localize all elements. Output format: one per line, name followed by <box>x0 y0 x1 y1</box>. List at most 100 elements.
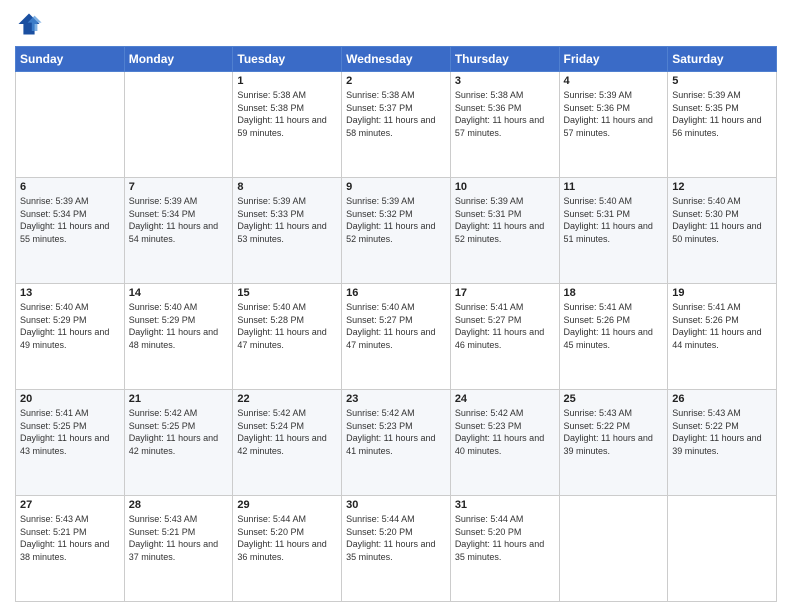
cell-info: Daylight: 11 hours and 44 minutes. <box>672 326 772 351</box>
day-header-sunday: Sunday <box>16 47 125 72</box>
cell-info: Sunrise: 5:41 AM <box>672 301 772 314</box>
day-number: 30 <box>346 499 446 511</box>
day-header-tuesday: Tuesday <box>233 47 342 72</box>
cell-info: Daylight: 11 hours and 59 minutes. <box>237 114 337 139</box>
cell-info: Daylight: 11 hours and 47 minutes. <box>346 326 446 351</box>
cell-info: Sunset: 5:34 PM <box>129 208 229 221</box>
cell-info: Sunrise: 5:39 AM <box>129 195 229 208</box>
cell-info: Daylight: 11 hours and 39 minutes. <box>564 432 664 457</box>
cell-info: Daylight: 11 hours and 49 minutes. <box>20 326 120 351</box>
calendar-cell <box>559 496 668 602</box>
calendar-cell: 28Sunrise: 5:43 AMSunset: 5:21 PMDayligh… <box>124 496 233 602</box>
cell-info: Sunrise: 5:43 AM <box>20 513 120 526</box>
cell-info: Sunrise: 5:40 AM <box>237 301 337 314</box>
cell-info: Daylight: 11 hours and 57 minutes. <box>564 114 664 139</box>
cell-info: Daylight: 11 hours and 37 minutes. <box>129 538 229 563</box>
cell-info: Sunset: 5:31 PM <box>455 208 555 221</box>
cell-info: Daylight: 11 hours and 38 minutes. <box>20 538 120 563</box>
cell-info: Sunrise: 5:39 AM <box>237 195 337 208</box>
calendar-cell: 18Sunrise: 5:41 AMSunset: 5:26 PMDayligh… <box>559 284 668 390</box>
calendar-cell: 23Sunrise: 5:42 AMSunset: 5:23 PMDayligh… <box>342 390 451 496</box>
cell-info: Sunrise: 5:43 AM <box>564 407 664 420</box>
day-number: 20 <box>20 393 120 405</box>
cell-info: Sunrise: 5:43 AM <box>129 513 229 526</box>
cell-info: Sunset: 5:21 PM <box>20 526 120 539</box>
day-number: 14 <box>129 287 229 299</box>
cell-info: Daylight: 11 hours and 46 minutes. <box>455 326 555 351</box>
cell-info: Sunset: 5:29 PM <box>129 314 229 327</box>
cell-info: Sunset: 5:27 PM <box>455 314 555 327</box>
day-number: 5 <box>672 75 772 87</box>
cell-info: Sunrise: 5:39 AM <box>672 89 772 102</box>
calendar-cell: 16Sunrise: 5:40 AMSunset: 5:27 PMDayligh… <box>342 284 451 390</box>
cell-info: Sunrise: 5:40 AM <box>564 195 664 208</box>
calendar-cell <box>668 496 777 602</box>
cell-info: Daylight: 11 hours and 56 minutes. <box>672 114 772 139</box>
day-header-wednesday: Wednesday <box>342 47 451 72</box>
cell-info: Sunset: 5:28 PM <box>237 314 337 327</box>
cell-info: Daylight: 11 hours and 47 minutes. <box>237 326 337 351</box>
cell-info: Sunset: 5:23 PM <box>455 420 555 433</box>
cell-info: Daylight: 11 hours and 57 minutes. <box>455 114 555 139</box>
day-number: 18 <box>564 287 664 299</box>
day-number: 6 <box>20 181 120 193</box>
calendar-table: SundayMondayTuesdayWednesdayThursdayFrid… <box>15 46 777 602</box>
calendar-cell <box>16 72 125 178</box>
cell-info: Sunrise: 5:38 AM <box>346 89 446 102</box>
day-number: 7 <box>129 181 229 193</box>
cell-info: Sunset: 5:22 PM <box>564 420 664 433</box>
day-number: 28 <box>129 499 229 511</box>
cell-info: Sunset: 5:27 PM <box>346 314 446 327</box>
calendar-cell: 27Sunrise: 5:43 AMSunset: 5:21 PMDayligh… <box>16 496 125 602</box>
cell-info: Sunset: 5:25 PM <box>129 420 229 433</box>
logo-icon <box>15 10 43 38</box>
cell-info: Sunset: 5:36 PM <box>564 102 664 115</box>
day-header-saturday: Saturday <box>668 47 777 72</box>
calendar-cell <box>124 72 233 178</box>
calendar-cell: 9Sunrise: 5:39 AMSunset: 5:32 PMDaylight… <box>342 178 451 284</box>
cell-info: Sunset: 5:20 PM <box>455 526 555 539</box>
cell-info: Sunset: 5:29 PM <box>20 314 120 327</box>
header <box>15 10 777 38</box>
calendar-cell: 7Sunrise: 5:39 AMSunset: 5:34 PMDaylight… <box>124 178 233 284</box>
calendar-cell: 3Sunrise: 5:38 AMSunset: 5:36 PMDaylight… <box>450 72 559 178</box>
cell-info: Sunset: 5:32 PM <box>346 208 446 221</box>
cell-info: Sunset: 5:31 PM <box>564 208 664 221</box>
week-row-2: 6Sunrise: 5:39 AMSunset: 5:34 PMDaylight… <box>16 178 777 284</box>
cell-info: Sunset: 5:25 PM <box>20 420 120 433</box>
cell-info: Sunset: 5:36 PM <box>455 102 555 115</box>
day-number: 23 <box>346 393 446 405</box>
cell-info: Sunrise: 5:44 AM <box>455 513 555 526</box>
day-number: 21 <box>129 393 229 405</box>
cell-info: Sunset: 5:22 PM <box>672 420 772 433</box>
day-number: 15 <box>237 287 337 299</box>
cell-info: Sunrise: 5:39 AM <box>20 195 120 208</box>
cell-info: Daylight: 11 hours and 45 minutes. <box>564 326 664 351</box>
calendar-cell: 25Sunrise: 5:43 AMSunset: 5:22 PMDayligh… <box>559 390 668 496</box>
day-number: 17 <box>455 287 555 299</box>
cell-info: Daylight: 11 hours and 53 minutes. <box>237 220 337 245</box>
day-number: 24 <box>455 393 555 405</box>
calendar-cell: 2Sunrise: 5:38 AMSunset: 5:37 PMDaylight… <box>342 72 451 178</box>
day-number: 8 <box>237 181 337 193</box>
day-number: 11 <box>564 181 664 193</box>
cell-info: Daylight: 11 hours and 35 minutes. <box>346 538 446 563</box>
cell-info: Sunset: 5:37 PM <box>346 102 446 115</box>
cell-info: Sunset: 5:33 PM <box>237 208 337 221</box>
cell-info: Sunset: 5:20 PM <box>237 526 337 539</box>
cell-info: Sunrise: 5:38 AM <box>237 89 337 102</box>
cell-info: Sunset: 5:35 PM <box>672 102 772 115</box>
cell-info: Sunset: 5:20 PM <box>346 526 446 539</box>
cell-info: Sunrise: 5:41 AM <box>20 407 120 420</box>
calendar-header: SundayMondayTuesdayWednesdayThursdayFrid… <box>16 47 777 72</box>
day-number: 10 <box>455 181 555 193</box>
cell-info: Sunset: 5:26 PM <box>564 314 664 327</box>
cell-info: Sunset: 5:38 PM <box>237 102 337 115</box>
cell-info: Sunset: 5:26 PM <box>672 314 772 327</box>
calendar-cell: 31Sunrise: 5:44 AMSunset: 5:20 PMDayligh… <box>450 496 559 602</box>
day-header-friday: Friday <box>559 47 668 72</box>
cell-info: Sunrise: 5:40 AM <box>20 301 120 314</box>
cell-info: Sunrise: 5:42 AM <box>129 407 229 420</box>
calendar-cell: 30Sunrise: 5:44 AMSunset: 5:20 PMDayligh… <box>342 496 451 602</box>
day-number: 29 <box>237 499 337 511</box>
